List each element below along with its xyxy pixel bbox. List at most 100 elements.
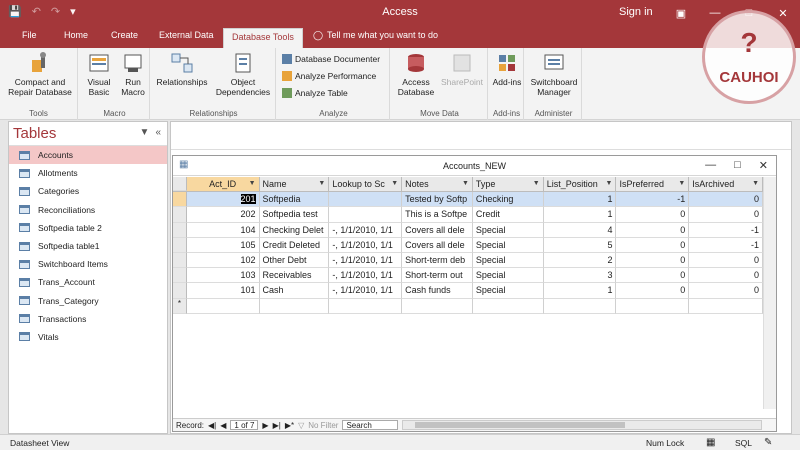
- nav-item-categories[interactable]: Categories: [9, 182, 167, 200]
- table-row[interactable]: 201 Softpedia Tested by Softp Checking 1…: [173, 192, 763, 208]
- analyze-table-icon: [282, 88, 292, 98]
- design-view-icon[interactable]: ✎: [764, 437, 772, 448]
- analyze-table-button[interactable]: Analyze Table: [282, 88, 348, 98]
- table-icon: [19, 150, 30, 160]
- documenter-icon: [282, 54, 292, 64]
- status-bar: Datasheet View Num Lock ▦ SQL ✎: [0, 434, 800, 450]
- table-row[interactable]: 202 Softpedia test This is a Softpe Cred…: [173, 207, 763, 223]
- nav-item-softpedia-table1[interactable]: Softpedia table1: [9, 237, 167, 255]
- new-record-row[interactable]: *: [173, 298, 763, 314]
- search-input[interactable]: Search: [342, 420, 399, 430]
- column-header-list-position[interactable]: List_Position ▼: [544, 177, 617, 192]
- table-row[interactable]: 102 Other Debt -, 1/1/2010, 1/1 Short-te…: [173, 252, 763, 269]
- last-record-icon[interactable]: ▶|: [273, 421, 281, 430]
- no-filter-button[interactable]: No Filter: [308, 421, 338, 430]
- nav-item-trans-category[interactable]: Trans_Category: [9, 292, 167, 310]
- select-all-corner[interactable]: [173, 177, 187, 192]
- switchboard-manager-icon: [544, 54, 564, 70]
- title-bar: 💾 ↶ ↷ ▾ Access Sign in ▣ — □ ✕: [0, 0, 800, 26]
- column-header-notes[interactable]: Notes ▼: [402, 177, 473, 192]
- nav-item-allotments[interactable]: Allotments: [9, 164, 167, 182]
- scroll-thumb[interactable]: [415, 422, 626, 428]
- add-ins-button[interactable]: Add-ins: [492, 52, 522, 87]
- object-dependencies-icon: [235, 53, 251, 73]
- nav-item-trans-account[interactable]: Trans_Account: [9, 273, 167, 291]
- column-header-name[interactable]: Name ▼: [260, 177, 330, 192]
- table-icon: [19, 168, 30, 178]
- nav-item-accounts[interactable]: Accounts: [9, 146, 167, 165]
- table-row[interactable]: 104 Checking Delet -, 1/1/2010, 1/1 Cove…: [173, 222, 763, 238]
- nav-item-reconciliations[interactable]: Reconciliations: [9, 201, 167, 219]
- previous-record-icon[interactable]: ◀: [220, 421, 226, 430]
- current-record-field[interactable]: 1 of 7: [230, 420, 259, 430]
- watermark-logo: ? CAUHOI: [702, 10, 796, 104]
- sharepoint-button[interactable]: SharePoint: [438, 52, 486, 87]
- tell-me-search[interactable]: Tell me what you want to do: [327, 30, 438, 40]
- access-database-icon: [408, 54, 424, 72]
- column-header-act-id[interactable]: Act_ID ▼: [186, 177, 260, 192]
- view-status: Datasheet View: [10, 438, 70, 448]
- tab-file[interactable]: File: [22, 30, 37, 40]
- row-selector[interactable]: [173, 222, 187, 238]
- row-selector[interactable]: [173, 192, 187, 208]
- column-header-ispreferred[interactable]: IsPreferred ▼: [616, 177, 690, 192]
- row-selector[interactable]: [173, 237, 187, 253]
- row-selector[interactable]: [173, 252, 187, 269]
- compact-repair-button[interactable]: Compact and Repair Database: [4, 52, 76, 97]
- row-selector[interactable]: [173, 268, 187, 284]
- new-record-icon[interactable]: ▶*: [285, 421, 294, 430]
- datasheet-title: Accounts_NEW: [442, 161, 507, 171]
- database-documenter-button[interactable]: Database Documenter: [282, 54, 380, 64]
- sign-in-link[interactable]: Sign in: [619, 6, 653, 18]
- column-header-type[interactable]: Type ▼: [473, 177, 544, 192]
- sharepoint-icon: [453, 54, 471, 72]
- nav-item-switchboard-items[interactable]: Switchboard Items: [9, 255, 167, 273]
- table-row[interactable]: 103 Receivables -, 1/1/2010, 1/1 Short-t…: [173, 268, 763, 284]
- datasheet-grid: Act_ID ▼ Name ▼ Lookup to Sc ▼ Notes ▼ Type ▼…: [173, 177, 763, 314]
- group-macro: Visual Basic Run Macro Macro: [80, 48, 150, 120]
- vertical-scrollbar[interactable]: [763, 177, 776, 409]
- first-record-icon[interactable]: ◀|: [208, 421, 216, 430]
- column-header-lookup[interactable]: Lookup to Sc ▼: [329, 177, 403, 192]
- ribbon: Compact and Repair Database Tools Visual…: [0, 48, 800, 120]
- close-icon[interactable]: ✕: [759, 159, 768, 172]
- row-selector[interactable]: [173, 283, 187, 299]
- table-icon: [19, 314, 30, 324]
- minimize-icon[interactable]: —: [705, 159, 716, 172]
- document-tab-strip: [171, 122, 791, 150]
- group-label-tools: Tools: [29, 109, 48, 118]
- visual-basic-button[interactable]: Visual Basic: [84, 52, 114, 97]
- horizontal-scrollbar[interactable]: [402, 420, 762, 430]
- tab-create[interactable]: Create: [111, 30, 138, 40]
- table-row[interactable]: 105 Credit Deleted -, 1/1/2010, 1/1 Cove…: [173, 237, 763, 253]
- run-macro-button[interactable]: Run Macro: [118, 52, 148, 97]
- table-icon: [19, 205, 30, 215]
- maximize-icon[interactable]: □: [734, 159, 741, 172]
- nav-item-softpedia-table-2[interactable]: Softpedia table 2: [9, 219, 167, 237]
- access-database-button[interactable]: Access Database: [394, 52, 438, 97]
- group-administer: Switchboard Manager Administer: [526, 48, 582, 120]
- table-icon: [19, 186, 30, 196]
- nav-collapse-icon[interactable]: «: [155, 127, 161, 138]
- tab-database-tools[interactable]: Database Tools: [223, 28, 303, 48]
- performance-icon: [282, 71, 292, 81]
- next-record-icon[interactable]: ▶: [262, 421, 268, 430]
- ribbon-display-icon[interactable]: ▣: [664, 0, 698, 26]
- header-row: Act_ID ▼ Name ▼ Lookup to Sc ▼ Notes ▼ Type ▼…: [173, 177, 763, 193]
- table-row[interactable]: 101 Cash -, 1/1/2010, 1/1 Cash funds Spe…: [173, 283, 763, 299]
- row-selector[interactable]: [173, 207, 187, 223]
- column-header-isarchived[interactable]: IsArchived ▼: [689, 177, 763, 192]
- object-dependencies-button[interactable]: Object Dependencies: [212, 52, 274, 97]
- nav-item-transactions[interactable]: Transactions: [9, 310, 167, 328]
- sql-view-button[interactable]: SQL: [735, 438, 752, 448]
- relationships-button[interactable]: Relationships: [154, 52, 210, 87]
- nav-menu-icon[interactable]: ▼: [140, 127, 150, 138]
- nav-item-vitals[interactable]: Vitals: [9, 328, 167, 346]
- analyze-performance-button[interactable]: Analyze Performance: [282, 71, 376, 81]
- tab-external-data[interactable]: External Data: [159, 30, 214, 40]
- switchboard-manager-button[interactable]: Switchboard Manager: [527, 52, 581, 97]
- datasheet-view-icon[interactable]: ▦: [706, 437, 715, 448]
- record-navigation-bar: Record: ◀| ◀ 1 of 7 ▶ ▶| ▶* ▽ No Filter …: [173, 418, 776, 431]
- tab-home[interactable]: Home: [64, 30, 88, 40]
- table-icon: [19, 277, 30, 287]
